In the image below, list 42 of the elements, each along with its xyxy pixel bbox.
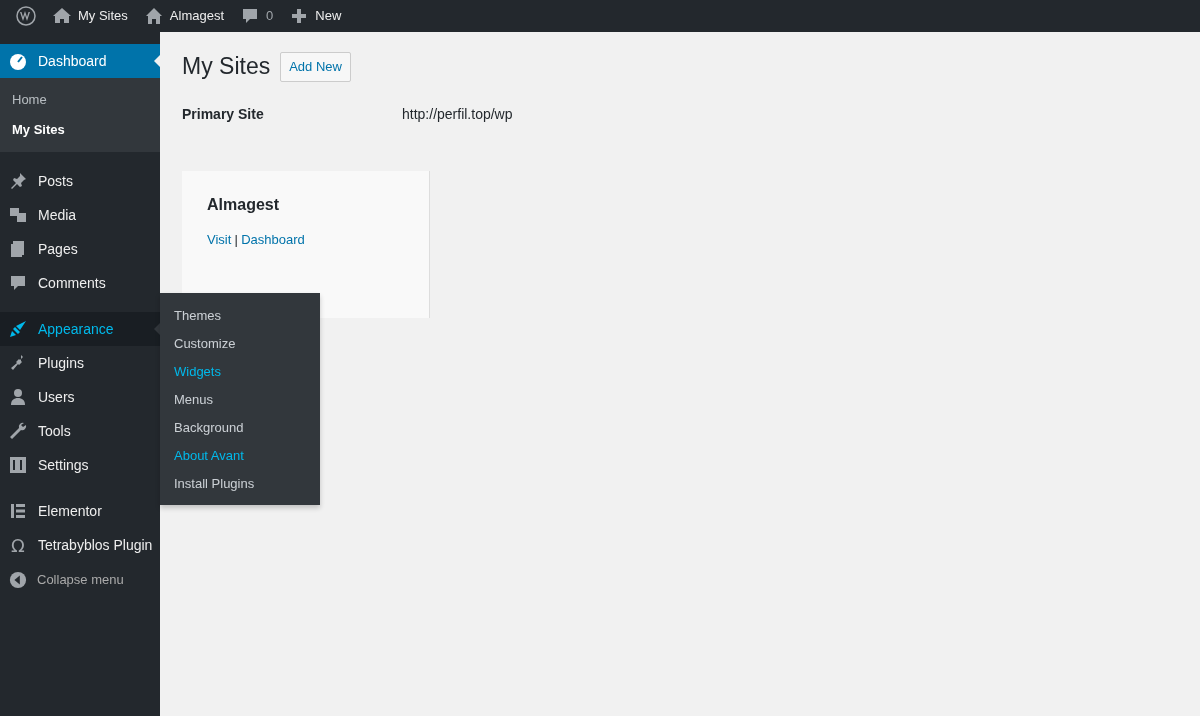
sidebar-item[interactable]: Appearance — [0, 312, 160, 346]
flyout-item[interactable]: Menus — [160, 385, 320, 413]
admin-bar-item[interactable]: My Sites — [44, 0, 136, 32]
flyout-item[interactable]: Background — [160, 413, 320, 441]
sidebar-item[interactable]: Users — [0, 380, 160, 414]
submenu-item[interactable]: My Sites — [0, 114, 160, 144]
sidebar-item[interactable]: Dashboard — [0, 44, 160, 78]
flyout-item[interactable]: Widgets — [160, 357, 320, 385]
flyout-item[interactable]: About Avant — [160, 441, 320, 469]
site-link[interactable]: Dashboard — [241, 230, 305, 250]
add-new-button[interactable]: Add New — [280, 52, 351, 82]
sidebar-item[interactable]: Comments — [0, 266, 160, 300]
omega-icon: Ω — [8, 531, 28, 559]
sidebar-item[interactable]: Elementor — [0, 494, 160, 528]
sidebar-item[interactable]: Media — [0, 198, 160, 232]
sidebar-item[interactable]: Ω Tetrabyblos Plugin — [0, 528, 160, 562]
user-icon — [8, 387, 28, 407]
site-name: Almagest — [207, 195, 281, 215]
sidebar-item[interactable]: Settings — [0, 448, 160, 482]
bars-icon — [8, 501, 28, 521]
flyout-item[interactable]: Themes — [160, 301, 320, 329]
comment-icon — [8, 273, 28, 293]
sidebar-item[interactable]: Pages — [0, 232, 160, 266]
admin-bar-item[interactable]: 0 — [232, 0, 282, 32]
admin-bar-item[interactable]: Almagest — [135, 0, 233, 32]
wrench-icon — [8, 421, 28, 441]
link-separator: | — [234, 231, 238, 250]
collapse-menu-button[interactable]: Collapse menu — [0, 562, 160, 598]
page-title: My Sites — [182, 52, 271, 81]
media-icon — [8, 205, 28, 225]
admin-bar-item[interactable]: New — [281, 0, 350, 32]
field-value: http://perfil.top/wp — [402, 105, 513, 125]
dashboard-gauge-icon — [8, 51, 28, 71]
sidebar-item[interactable]: Posts — [0, 164, 160, 198]
sidebar-item[interactable]: Tools — [0, 414, 160, 448]
sidebar-item[interactable]: Plugins — [0, 346, 160, 380]
field-label: Primary Site — [182, 105, 265, 125]
site-link[interactable]: Visit — [207, 230, 232, 250]
submenu-item[interactable]: Home — [0, 85, 160, 115]
flyout-item[interactable]: Install Plugins — [160, 469, 320, 497]
paintbrush-icon — [8, 319, 28, 339]
flyout-item[interactable]: Customize — [160, 329, 320, 357]
